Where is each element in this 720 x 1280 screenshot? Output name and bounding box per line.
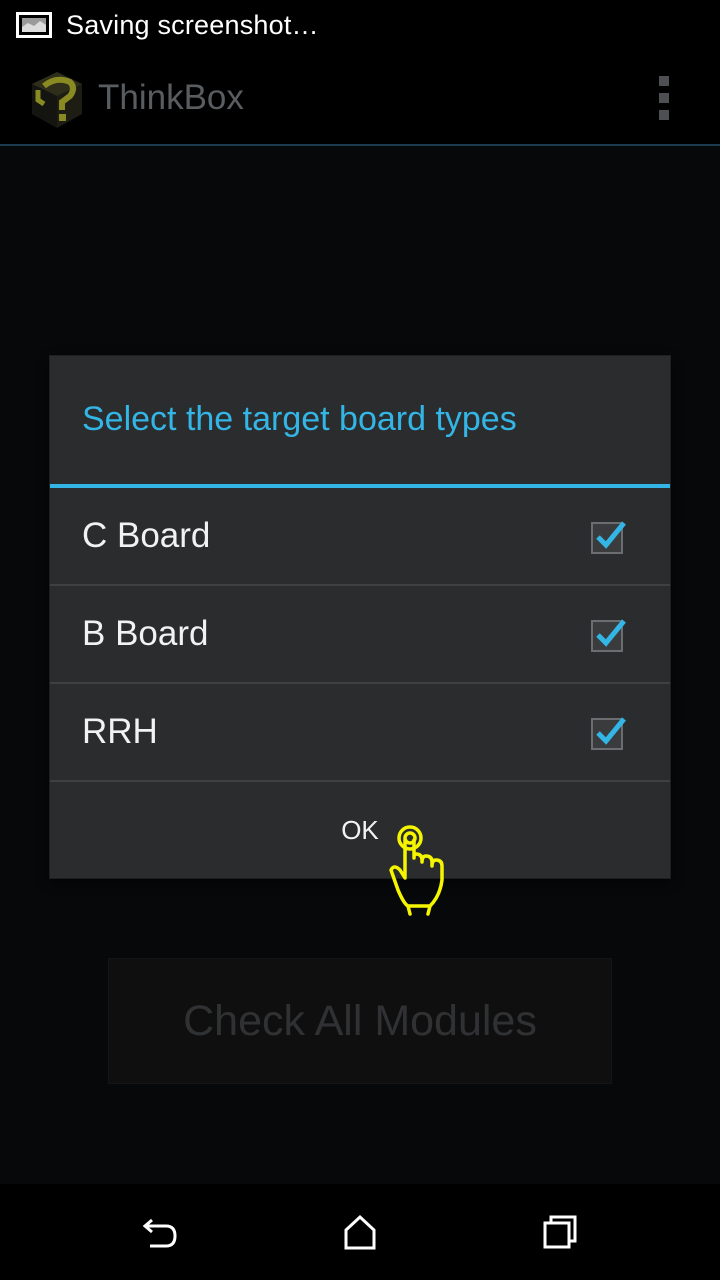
option-label: RRH — [82, 712, 158, 751]
checkbox-checked-icon[interactable] — [590, 619, 626, 653]
app-title: ThinkBox — [98, 78, 244, 117]
status-bar: Saving screenshot… — [0, 0, 720, 50]
ok-button[interactable]: OK — [50, 782, 670, 878]
checkbox-checked-icon[interactable] — [590, 521, 626, 555]
option-label: C Board — [82, 516, 211, 555]
dialog-title: Select the target board types — [82, 400, 517, 438]
overflow-dot — [659, 110, 669, 120]
overflow-dot — [659, 76, 669, 86]
home-icon[interactable] — [340, 1212, 380, 1252]
overflow-dot — [659, 93, 669, 103]
option-label: B Board — [82, 614, 209, 653]
option-rrh[interactable]: RRH — [50, 684, 670, 781]
back-icon[interactable] — [140, 1212, 180, 1252]
screenshot-icon — [16, 11, 52, 39]
recents-icon[interactable] — [540, 1212, 580, 1252]
navigation-bar — [0, 1184, 720, 1280]
screen: Saving screenshot… ThinkBox Check All Mo… — [0, 0, 720, 1280]
option-b-board[interactable]: B Board — [50, 586, 670, 683]
status-notification-text: Saving screenshot… — [66, 9, 319, 40]
option-c-board[interactable]: C Board — [50, 488, 670, 585]
board-type-dialog: Select the target board types C Board B … — [50, 356, 670, 878]
checkbox-checked-icon[interactable] — [590, 717, 626, 751]
overflow-menu-icon[interactable] — [646, 70, 682, 126]
thinkbox-logo-icon — [30, 70, 84, 130]
action-bar: ThinkBox — [0, 50, 720, 146]
